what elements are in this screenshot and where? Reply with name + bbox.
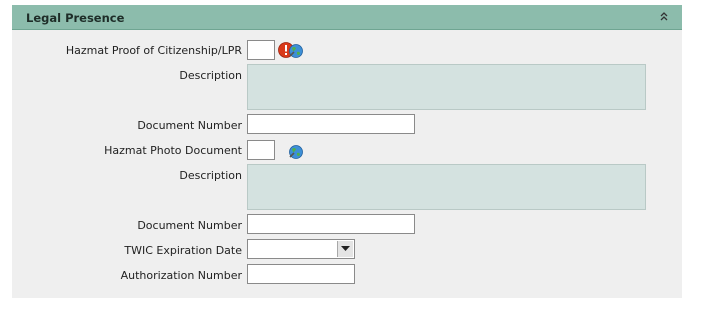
panel-title: Legal Presence <box>26 11 125 25</box>
document-number-input[interactable] <box>247 114 415 134</box>
hazmat-proof-label: Hazmat Proof of Citizenship/LPR <box>65 44 242 57</box>
authorization-number-input[interactable] <box>247 264 355 284</box>
hazmat-photo-label: Hazmat Photo Document <box>104 144 242 157</box>
twic-expiration-select[interactable] <box>247 239 355 259</box>
description-label: Description <box>179 169 242 182</box>
description-textarea[interactable] <box>247 164 646 210</box>
authorization-number-label: Authorization Number <box>120 269 242 282</box>
document-number-label: Document Number <box>137 219 242 232</box>
hazmat-proof-input[interactable] <box>247 40 275 60</box>
globe-lookup-icon[interactable] <box>288 144 304 160</box>
legal-presence-panel: Legal Presence Hazmat Proof of Citizensh… <box>12 5 682 298</box>
document-number-input[interactable] <box>247 214 415 234</box>
globe-lookup-icon[interactable] <box>288 43 304 59</box>
document-number-label: Document Number <box>137 119 242 132</box>
panel-header: Legal Presence <box>12 5 682 30</box>
chevron-down-icon[interactable] <box>337 241 353 257</box>
description-textarea[interactable] <box>247 64 646 110</box>
twic-expiration-label: TWIC Expiration Date <box>124 244 242 257</box>
description-label: Description <box>179 69 242 82</box>
double-chevron-up-icon[interactable] <box>658 10 670 24</box>
hazmat-photo-input[interactable] <box>247 140 275 160</box>
